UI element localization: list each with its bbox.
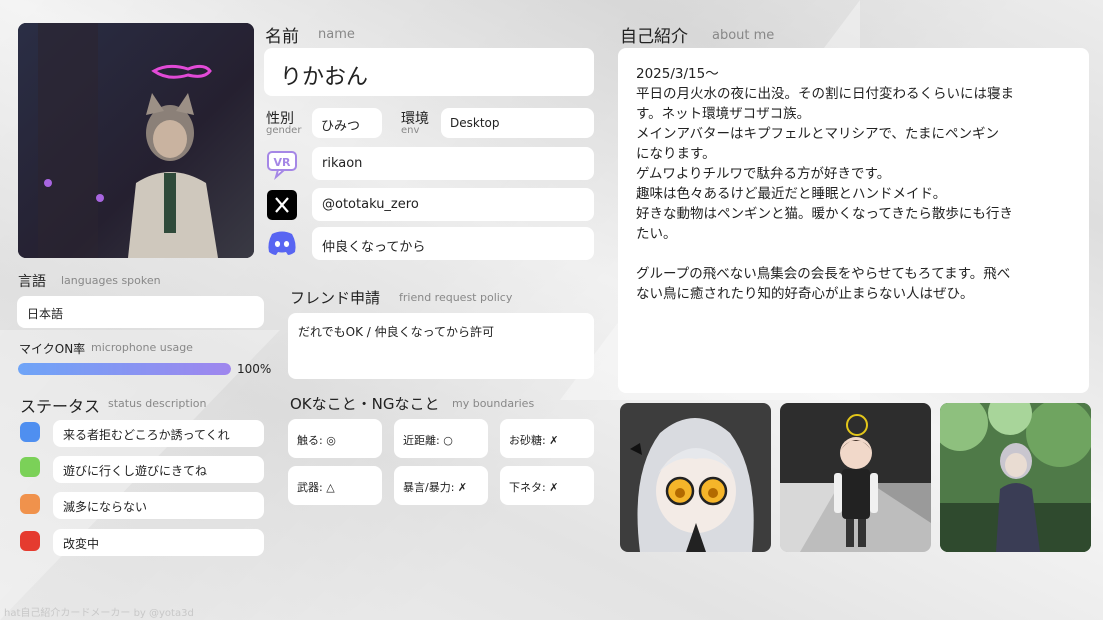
name-label-en: name [318,27,355,42]
boundary-item: 暴言/暴力: ✗ [394,466,488,505]
boundaries-label-en: my boundaries [452,397,535,410]
env-field: Desktop [441,108,594,138]
vrchat-value: rikaon [322,156,363,171]
boundary-text: 暴言/暴力: ✗ [403,481,468,494]
about-line: す。ネット環境ザコザコ族。 [636,106,811,122]
about-line: 平日の月火水の夜に出没。その割に日付変わるくらいには寝ま [636,86,1014,102]
mic-label: マイクON率 [19,342,86,356]
status-text: 改変中 [63,537,100,551]
boundaries-label: OKなこと・NGなこと [290,395,440,413]
discord-icon [266,229,298,257]
about-field: 2025/3/15〜平日の月火水の夜に出没。その割に日付変わるくらいには寝ま す。… [618,48,1089,393]
about-line: 2025/3/15〜 [636,66,719,82]
status-item: 来る者拒むどころか誘ってくれ [53,420,264,447]
status-item: 遊びに行くし遊びにきてね [53,456,264,483]
about-line: になります。 [636,146,716,162]
languages-value: 日本語 [27,307,64,321]
name-value: りかおん [280,65,369,90]
about-line: たい。 [636,226,677,242]
boundary-item: 下ネタ: ✗ [500,466,594,505]
gallery-photo-1 [620,403,771,552]
friend-request-label: フレンド申請 [290,289,381,307]
languages-label: 言語 [18,274,46,290]
about-label-en: about me [712,28,775,43]
mic-percent: 100% [237,362,272,376]
boundary-item: お砂糖: ✗ [500,419,594,458]
boundary-item: 触る: ◎ [288,419,382,458]
status-text: 滅多にならない [63,500,148,514]
vrchat-icon: VR [266,148,298,180]
gallery-photo-3 [940,403,1091,552]
status-label-en: status description [108,397,207,410]
boundary-text: 触る: ◎ [297,434,336,447]
status-dot-orange [20,494,40,514]
vrchat-field: rikaon [312,147,594,180]
avatar-closeup-illustration [630,418,754,552]
boundary-item: 武器: △ [288,466,382,505]
friend-request-label-en: friend request policy [399,291,513,304]
name-label: 名前 [265,27,299,47]
about-line: 趣味は色々あるけど最近だと睡眠とハンドメイド。 [636,186,947,202]
svg-text:VR: VR [274,156,292,169]
friend-request-value: だれでもOK / 仲良くなってから許可 [298,325,495,339]
x-logo-icon [267,190,297,220]
gender-field: ひみつ [312,108,382,138]
friend-request-field: だれでもOK / 仲良くなってから許可 [288,313,594,379]
status-item: 改変中 [53,529,264,556]
about-line: グループの飛べない鳥集会の会長をやらせてもろてます。飛べ [636,266,1011,282]
mic-usage-bar [18,363,231,375]
gallery-photo-2 [780,403,931,552]
status-text: 遊びに行くし遊びにきてね [63,464,208,478]
avatar-illustration [18,23,254,258]
status-item: 滅多にならない [53,492,264,519]
footer-credit: hat自己紹介カードメーカー by @yota3d [4,608,194,619]
avatar-forest-illustration [940,403,1091,552]
about-line [636,244,1079,264]
x-field: @ototaku_zero [312,188,594,221]
about-label: 自己紹介 [620,27,688,47]
boundary-item: 近距離: ○ [394,419,488,458]
about-text: 2025/3/15〜平日の月火水の夜に出没。その割に日付変わるくらいには寝ま す。… [636,64,1079,304]
status-text: 来る者拒むどころか誘ってくれ [63,428,230,442]
mic-usage-fill [18,363,231,375]
about-line: メインアバターはキプフェルとマリシアで、たまにペンギン [636,126,1000,142]
status-label: ステータス [20,397,101,416]
boundary-text: 近距離: ○ [403,434,453,447]
profile-photo [18,23,254,258]
status-dot-blue [20,422,40,442]
about-line: ゲムワよりチルワで駄弁る方が好きです。 [636,166,891,182]
boundary-text: お砂糖: ✗ [509,434,559,447]
env-value: Desktop [450,116,500,130]
boundary-text: 武器: △ [297,481,335,494]
discord-value: 仲良くなってから [322,240,426,255]
status-dot-green [20,457,40,477]
languages-field: 日本語 [17,296,264,328]
status-dot-red [20,531,40,551]
name-field: りかおん [264,48,594,96]
about-line: ない鳥に癒されたり知的好奇心が止まらない人はぜひ。 [636,286,974,302]
avatar-fullbody-illustration [780,403,931,552]
gender-value: ひみつ [321,119,361,134]
about-line: 好きな動物はペンギンと猫。暖かくなってきたら散歩にも行き [636,206,1013,222]
gender-label-en: gender [266,125,302,136]
boundary-text: 下ネタ: ✗ [509,481,559,494]
env-label-en: env [401,125,420,136]
mic-label-en: microphone usage [91,341,193,354]
languages-label-en: languages spoken [61,274,161,287]
x-value: @ototaku_zero [322,197,419,212]
discord-field: 仲良くなってから [312,227,594,260]
